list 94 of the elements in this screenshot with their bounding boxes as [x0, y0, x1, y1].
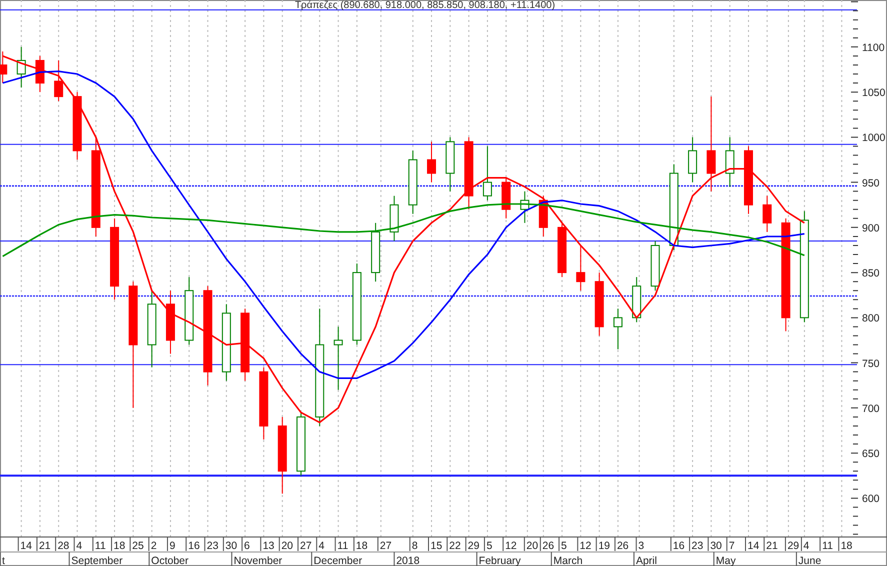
x-axis-label: 25: [132, 540, 144, 552]
x-axis-label: 26: [616, 540, 629, 552]
month-label: t: [2, 555, 5, 566]
x-axis-label: 11: [94, 540, 106, 552]
x-axis-label: 23: [206, 540, 218, 552]
x-axis-label: 29: [787, 540, 800, 552]
candlestick: [427, 141, 436, 183]
x-axis-label: 3: [638, 540, 644, 552]
x-axis-label: 21: [38, 540, 51, 552]
y-axis-label: 800: [862, 312, 880, 325]
x-axis-label: 11: [337, 540, 348, 552]
x-axis-label: 4: [318, 540, 324, 552]
x-axis-label: 4: [803, 540, 810, 552]
month-label: March: [553, 555, 583, 566]
y-axis-label: 1100: [862, 42, 885, 54]
y-axis-label: 900: [862, 222, 880, 234]
x-axis-label: 18: [356, 540, 368, 552]
candlestick: [632, 276, 642, 323]
candlestick: [72, 92, 82, 160]
x-axis-label: 28: [58, 540, 70, 552]
x-axis-label: 18: [114, 540, 126, 552]
candlestick: [650, 240, 660, 292]
x-axis-label: 30: [225, 540, 238, 552]
candlestick: [613, 308, 622, 350]
month-label: June: [798, 555, 822, 566]
month-label: November: [234, 555, 282, 566]
candlestick: [371, 222, 380, 282]
month-label: September: [71, 555, 123, 566]
x-axis-label: 20: [281, 540, 294, 552]
x-axis-label: 2: [150, 540, 157, 552]
x-axis-label: 6: [244, 540, 250, 552]
candlestick: [0, 50, 8, 84]
y-axis-label: 1000: [862, 132, 886, 144]
x-axis-label: 14: [748, 540, 760, 552]
x-axis-label: 8: [412, 540, 418, 552]
x-axis-label: 16: [672, 540, 685, 552]
x-axis-label: 5: [561, 540, 567, 552]
candlestick: [762, 195, 772, 232]
x-axis-label: 13: [262, 540, 274, 552]
x-axis-label: 16: [188, 540, 200, 552]
month-label: October: [151, 555, 189, 566]
x-axis-label: 15: [430, 540, 442, 552]
candlestick: [576, 244, 586, 292]
x-axis-label: 12: [505, 540, 517, 552]
candlestick: [520, 190, 530, 224]
candlestick: [558, 222, 567, 278]
x-axis-label: 19: [598, 540, 610, 552]
candlestick: [16, 46, 26, 88]
candlestick: [184, 276, 194, 346]
x-axis-label: 22: [449, 540, 461, 552]
candlestick: [594, 272, 604, 336]
candlestick: [502, 177, 511, 219]
month-label: 2018: [396, 555, 420, 566]
x-axis-label: 21: [766, 540, 778, 552]
chart-title: Τράπεζες (890.680, 918.000, 885.850, 908.180, +11.1400): [294, 0, 556, 11]
x-axis-label: 27: [380, 540, 392, 552]
candlestick: [334, 326, 343, 390]
y-axis-label: 850: [862, 268, 880, 280]
candlestick: [446, 136, 455, 192]
month-label: May: [716, 555, 736, 566]
x-axis-label: 26: [542, 540, 554, 552]
x-axis-label: 23: [692, 540, 704, 552]
x-axis-label: 14: [20, 540, 32, 552]
month-label: February: [478, 555, 521, 566]
x-axis-label: 20: [526, 540, 538, 552]
y-axis-label: 750: [862, 358, 880, 370]
x-axis-label: 12: [580, 540, 592, 552]
y-axis-label: 650: [862, 448, 880, 460]
y-axis-label: 1050: [862, 87, 886, 100]
candlestick: [408, 150, 418, 214]
candlestick: [54, 60, 64, 102]
month-label: April: [636, 555, 657, 566]
x-axis-label: 7: [728, 540, 735, 552]
y-axis-label: 950: [862, 177, 880, 190]
x-axis-label: 27: [300, 540, 312, 552]
candlestick: [166, 290, 175, 354]
x-axis-label: 11: [822, 540, 833, 552]
x-axis-label: 30: [710, 540, 722, 552]
candlestick: [390, 195, 399, 242]
x-axis-label: 29: [468, 540, 480, 552]
candlestick: [538, 195, 548, 237]
y-axis-label: 600: [862, 493, 880, 506]
x-axis-label: 5: [486, 540, 492, 552]
month-label: December: [314, 555, 362, 566]
candlestick: [744, 146, 753, 214]
y-axis-label: 700: [862, 402, 880, 415]
candlestick: [35, 55, 44, 93]
candlestick: [482, 146, 492, 201]
candlestick: [688, 136, 698, 183]
candlestick: [296, 412, 306, 476]
candlestick: [725, 136, 734, 188]
x-axis-label: 18: [840, 540, 852, 552]
x-axis-label: 4: [76, 540, 82, 552]
x-axis-label: 9: [169, 540, 176, 552]
